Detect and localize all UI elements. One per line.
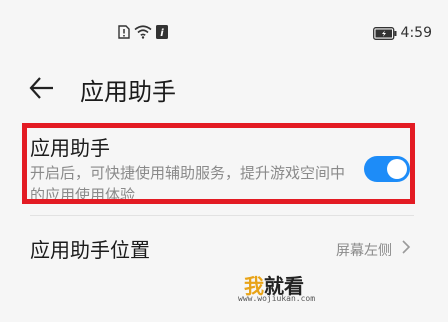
watermark-url: www.wojiukan.com — [238, 294, 316, 303]
data-icon: i — [156, 25, 168, 39]
page-title: 应用助手 — [80, 78, 176, 106]
toggle-knob — [387, 159, 407, 179]
status-bar: i 4:59 — [0, 0, 448, 41]
watermark: 我就看 www.wojiukan.com — [238, 270, 348, 310]
back-arrow-icon[interactable] — [28, 74, 56, 102]
status-time: 4:59 — [400, 25, 432, 41]
status-right: 4:59 — [372, 25, 432, 41]
divider — [30, 215, 414, 216]
status-icons: i — [118, 25, 168, 39]
battery-icon — [372, 26, 397, 40]
position-title: 应用助手位置 — [30, 238, 150, 262]
wifi-icon — [134, 25, 152, 39]
app-assistant-position-row[interactable]: 应用助手位置 屏幕左侧 — [30, 226, 418, 270]
chevron-right-icon — [402, 240, 411, 254]
title-bar: 应用助手 — [0, 66, 448, 110]
svg-text:i: i — [160, 28, 164, 39]
highlight-annotation-box — [22, 123, 415, 204]
sim-alert-icon — [118, 25, 130, 39]
position-value: 屏幕左侧 — [336, 243, 392, 259]
app-assistant-toggle[interactable] — [364, 156, 410, 182]
